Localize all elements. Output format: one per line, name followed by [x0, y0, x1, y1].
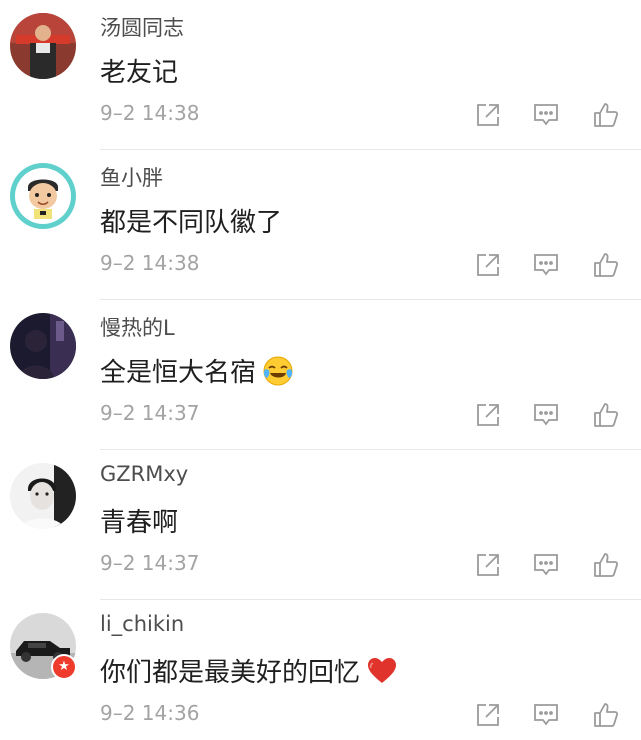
comment-text-content: 都是不同队徽了: [100, 208, 283, 238]
share-button[interactable]: [472, 549, 504, 581]
like-button[interactable]: [590, 399, 622, 431]
like-button[interactable]: [590, 249, 622, 281]
share-button[interactable]: [472, 249, 504, 281]
share-button[interactable]: [472, 699, 504, 731]
timestamp: 9–2 14:37: [100, 401, 200, 425]
comment-item: 汤圆同志 老友记 9–2 14:38: [0, 0, 641, 150]
timestamp: 9–2 14:38: [100, 101, 200, 125]
thumbs-up-icon: [592, 401, 620, 429]
verified-badge-icon: ★: [51, 654, 77, 680]
username[interactable]: 鱼小胖: [100, 162, 163, 192]
red-heart-emoji: [366, 655, 398, 687]
comment-text-content: 青春啊: [100, 508, 179, 538]
timestamp: 9–2 14:38: [100, 251, 200, 275]
comment-item: GZRMxy 青春啊 9–2 14:37: [0, 450, 641, 600]
share-button[interactable]: [472, 399, 504, 431]
reply-button[interactable]: [530, 99, 562, 131]
reply-button[interactable]: [530, 399, 562, 431]
thumbs-up-icon: [592, 551, 620, 579]
comment-text: 都是不同队徽了: [100, 202, 282, 239]
crying-laughing-emoji: [262, 355, 294, 387]
comment-icon: [532, 251, 560, 279]
thumbs-up-icon: [592, 701, 620, 729]
like-button[interactable]: [590, 699, 622, 731]
share-icon: [475, 252, 501, 278]
timestamp: 9–2 14:37: [100, 551, 200, 575]
thumbs-up-icon: [592, 251, 620, 279]
user-avatar[interactable]: [10, 163, 76, 229]
username[interactable]: 汤圆同志: [100, 12, 184, 42]
thumbs-up-icon: [592, 101, 620, 129]
comment-item: ★ li_chikin 你们都是最美好的回忆 9–2 14:36: [0, 600, 641, 740]
share-button[interactable]: [472, 99, 504, 131]
comment-text-content: 老友记: [100, 58, 179, 88]
comment-text: 全是恒大名宿: [100, 352, 294, 389]
share-icon: [475, 102, 501, 128]
comment-icon: [532, 701, 560, 729]
user-avatar[interactable]: [10, 463, 76, 529]
username[interactable]: 慢热的L: [100, 312, 175, 342]
timestamp: 9–2 14:36: [100, 701, 200, 725]
reply-button[interactable]: [530, 699, 562, 731]
comment-list: 汤圆同志 老友记 9–2 14:38 鱼小胖 都是不同队徽了 9–2 14:38…: [0, 0, 641, 740]
comment-icon: [532, 551, 560, 579]
share-icon: [475, 402, 501, 428]
reply-button[interactable]: [530, 249, 562, 281]
comment-text: 你们都是最美好的回忆: [100, 652, 398, 689]
comment-text-content: 全是恒大名宿: [100, 358, 257, 388]
user-avatar[interactable]: [10, 13, 76, 79]
comment-item: 鱼小胖 都是不同队徽了 9–2 14:38: [0, 150, 641, 300]
comment-text: 老友记: [100, 52, 178, 89]
comment-icon: [532, 401, 560, 429]
comment-icon: [532, 101, 560, 129]
username[interactable]: GZRMxy: [100, 462, 188, 486]
comment-item: 慢热的L 全是恒大名宿 9–2 14:37: [0, 300, 641, 450]
username[interactable]: li_chikin: [100, 612, 184, 636]
reply-button[interactable]: [530, 549, 562, 581]
comment-text: 青春啊: [100, 502, 178, 539]
like-button[interactable]: [590, 99, 622, 131]
user-avatar[interactable]: [10, 313, 76, 379]
share-icon: [475, 552, 501, 578]
comment-text-content: 你们都是最美好的回忆: [100, 658, 361, 688]
like-button[interactable]: [590, 549, 622, 581]
share-icon: [475, 702, 501, 728]
